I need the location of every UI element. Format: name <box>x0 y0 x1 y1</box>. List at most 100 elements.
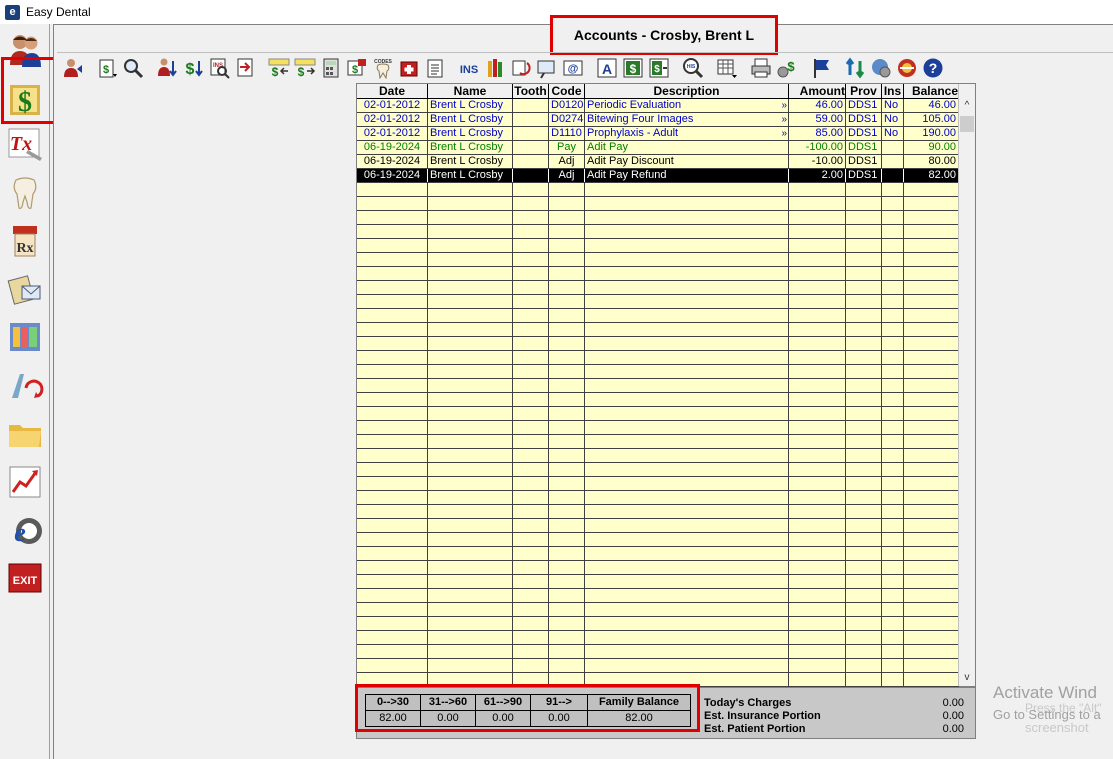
empty-ledger-row[interactable] <box>357 505 959 519</box>
scroll-down-arrow-icon[interactable]: v <box>959 670 975 686</box>
empty-ledger-row[interactable] <box>357 561 959 575</box>
empty-ledger-row[interactable] <box>357 477 959 491</box>
online-services-button[interactable] <box>869 56 893 80</box>
view-options-button[interactable] <box>715 56 739 80</box>
column-header-description[interactable]: Description <box>585 84 789 98</box>
exit-button[interactable]: EXIT <box>4 557 46 599</box>
text-document-button[interactable]: A <box>595 56 619 80</box>
more-details-icon[interactable]: » <box>781 113 787 126</box>
ledger-row[interactable]: 06-19-2024 Brent L Crosby Adj Adit Pay Disc… <box>357 155 959 169</box>
empty-ledger-row[interactable] <box>357 309 959 323</box>
ledger-row[interactable]: 02-01-2012 Brent L Crosby D1110 Prophylaxis… <box>357 127 959 141</box>
empty-ledger-row[interactable] <box>357 449 959 463</box>
empty-ledger-row[interactable] <box>357 365 959 379</box>
empty-ledger-row[interactable] <box>357 491 959 505</box>
enter-charge-button[interactable]: $ <box>181 56 205 80</box>
empty-ledger-row[interactable] <box>357 281 959 295</box>
ledger-row[interactable]: 06-19-2024 Brent L Crosby Adj Adit Pay Refu… <box>357 169 959 183</box>
charge-adjustment-button[interactable]: $ <box>293 56 317 80</box>
account-ledger-grid[interactable]: Date Name Tooth Code Description Amount … <box>356 83 976 687</box>
flag-button[interactable] <box>809 56 833 80</box>
print-button[interactable] <box>749 56 773 80</box>
column-header-balance[interactable]: Balance <box>904 84 959 98</box>
calculator-button[interactable] <box>319 56 343 80</box>
empty-ledger-row[interactable] <box>357 547 959 561</box>
procedure-codes-button[interactable]: CODES <box>371 56 395 80</box>
family-insurance-button[interactable] <box>483 56 507 80</box>
help-button[interactable]: ? <box>921 56 945 80</box>
empty-cell <box>904 631 959 644</box>
empty-ledger-row[interactable] <box>357 575 959 589</box>
chart-button[interactable] <box>4 172 46 214</box>
empty-ledger-row[interactable] <box>357 295 959 309</box>
select-patient-button[interactable] <box>61 56 85 80</box>
reports-button[interactable] <box>4 461 46 503</box>
empty-ledger-row[interactable] <box>357 239 959 253</box>
empty-ledger-row[interactable] <box>357 631 959 645</box>
claim-button[interactable] <box>233 56 257 80</box>
treatment-plan-button[interactable]: Tx <box>4 124 46 166</box>
empty-ledger-row[interactable] <box>357 393 959 407</box>
empty-ledger-row[interactable] <box>357 253 959 267</box>
medical-alert-button[interactable] <box>397 56 421 80</box>
empty-ledger-row[interactable] <box>357 533 959 547</box>
ledger-scrollbar[interactable]: ^ v <box>958 84 975 686</box>
column-header-tooth[interactable]: Tooth <box>513 84 549 98</box>
payment-plan-button[interactable]: $ <box>345 56 369 80</box>
insurance-payment-button[interactable]: INS <box>207 56 231 80</box>
empty-ledger-row[interactable] <box>357 421 959 435</box>
documents-button[interactable] <box>4 413 46 455</box>
billing-settings-button[interactable]: $ <box>775 56 799 80</box>
pre-treatment-button[interactable] <box>535 56 559 80</box>
empty-ledger-row[interactable] <box>357 519 959 533</box>
schedule-button[interactable] <box>4 316 46 358</box>
empty-ledger-row[interactable] <box>357 225 959 239</box>
empty-ledger-row[interactable] <box>357 351 959 365</box>
eservices-button[interactable]: e <box>4 509 46 551</box>
walkout-statement-button[interactable]: $ <box>95 56 119 80</box>
ledger-row[interactable]: 02-01-2012 Brent L Crosby D0274 Bitewing Fo… <box>357 113 959 127</box>
empty-ledger-row[interactable] <box>357 197 959 211</box>
column-header-name[interactable]: Name <box>428 84 513 98</box>
column-header-amount[interactable]: Amount <box>789 84 846 98</box>
column-header-code[interactable]: Code <box>549 84 585 98</box>
empty-ledger-row[interactable] <box>357 463 959 477</box>
correspondence-button[interactable] <box>4 268 46 310</box>
empty-ledger-row[interactable] <box>357 617 959 631</box>
continuing-care-button[interactable] <box>4 364 46 406</box>
adjustment-button[interactable]: $ <box>267 56 291 80</box>
column-header-ins[interactable]: Ins <box>882 84 904 98</box>
empty-ledger-row[interactable] <box>357 589 959 603</box>
more-details-icon[interactable]: » <box>781 127 787 140</box>
connect-button[interactable] <box>895 56 919 80</box>
empty-ledger-row[interactable] <box>357 211 959 225</box>
insurance-button[interactable]: INS <box>457 56 481 80</box>
enter-payment-button[interactable] <box>155 56 179 80</box>
notes-button[interactable] <box>423 56 447 80</box>
prescriptions-button[interactable]: Rx <box>4 220 46 262</box>
column-header-prov[interactable]: Prov <box>846 84 882 98</box>
empty-ledger-row[interactable] <box>357 659 959 673</box>
empty-ledger-row[interactable] <box>357 323 959 337</box>
history-search-button[interactable]: HIS <box>681 56 705 80</box>
refresh-button[interactable] <box>843 56 867 80</box>
empty-ledger-row[interactable] <box>357 267 959 281</box>
empty-ledger-row[interactable] <box>357 603 959 617</box>
ledger-row[interactable]: 02-01-2012 Brent L Crosby D0120 Periodic Ev… <box>357 99 959 113</box>
more-details-icon[interactable]: » <box>781 99 787 112</box>
empty-ledger-row[interactable] <box>357 435 959 449</box>
column-header-date[interactable]: Date <box>357 84 428 98</box>
empty-ledger-row[interactable] <box>357 379 959 393</box>
email-button[interactable]: @ <box>561 56 585 80</box>
payment-button[interactable]: $ <box>621 56 645 80</box>
ledger-row[interactable]: 06-19-2024 Brent L Crosby Pay Adit Pay -100.… <box>357 141 959 155</box>
empty-ledger-row[interactable] <box>357 337 959 351</box>
scroll-thumb[interactable] <box>960 116 974 132</box>
refresh-claims-button[interactable] <box>509 56 533 80</box>
scroll-up-arrow-icon[interactable]: ^ <box>959 98 975 114</box>
transfer-button[interactable]: $ <box>647 56 671 80</box>
search-button[interactable] <box>121 56 145 80</box>
empty-ledger-row[interactable] <box>357 645 959 659</box>
empty-ledger-row[interactable] <box>357 183 959 197</box>
empty-ledger-row[interactable] <box>357 407 959 421</box>
